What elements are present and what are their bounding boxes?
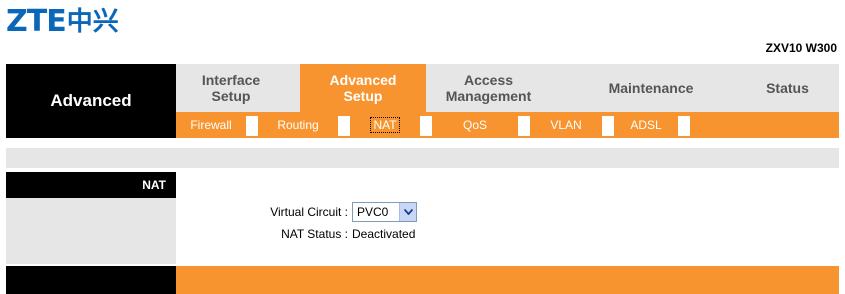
logo-cjk: 中兴 xyxy=(66,7,119,37)
subnav-separator xyxy=(678,116,690,136)
nav-access-management[interactable]: Access Management xyxy=(426,64,551,112)
subnav-routing-label: Routing xyxy=(277,118,319,132)
subnav-nat-label: NAT xyxy=(370,117,400,133)
subnav-qos-label: QoS xyxy=(462,118,487,132)
chevron-down-icon[interactable] xyxy=(399,203,416,221)
subnav-firewall-label: Firewall xyxy=(190,118,232,132)
virtual-circuit-value: PVC0 xyxy=(357,205,389,219)
subnav-vlan[interactable]: VLAN xyxy=(530,114,602,136)
subnav-separator xyxy=(518,116,530,136)
left-header-title: Advanced xyxy=(6,64,176,138)
virtual-circuit-row: Virtual Circuit : PVC0 xyxy=(176,202,456,222)
virtual-circuit-select[interactable]: PVC0 xyxy=(352,202,417,222)
nat-status-value: Deactivated xyxy=(352,227,416,241)
nav-status[interactable]: Status xyxy=(736,64,839,112)
section-title: NAT xyxy=(6,172,176,198)
nav-advanced-setup[interactable]: Advanced Setup xyxy=(300,64,426,112)
subnav-firewall[interactable]: Firewall xyxy=(176,114,246,136)
nav-maintenance-label: Maintenance xyxy=(608,80,694,96)
virtual-circuit-label: Virtual Circuit : xyxy=(270,205,348,219)
sub-nav: Firewall Routing NAT QoS VLAN ADSL xyxy=(176,112,839,138)
subnav-separator xyxy=(420,116,432,136)
nav-status-label: Status xyxy=(766,80,809,96)
main-nav: Interface Setup Advanced Setup Access Ma… xyxy=(176,64,839,112)
content-top-strip xyxy=(6,148,839,168)
nav-advanced-setup-label: Advanced Setup xyxy=(329,72,397,104)
subnav-adsl[interactable]: ADSL xyxy=(614,114,678,136)
footer-right-bar xyxy=(176,266,839,294)
section-sidebar xyxy=(6,198,176,264)
subnav-qos[interactable]: QoS xyxy=(432,114,518,136)
subnav-separator xyxy=(338,116,350,136)
subnav-routing[interactable]: Routing xyxy=(258,114,338,136)
footer-left-bar xyxy=(6,266,176,294)
nav-interface-setup-label: Interface Setup xyxy=(201,72,261,104)
nat-status-row: NAT Status : Deactivated xyxy=(176,227,456,241)
subnav-separator xyxy=(246,116,258,136)
subnav-vlan-label: VLAN xyxy=(550,118,582,132)
subnav-adsl-label: ADSL xyxy=(630,118,662,132)
subnav-separator xyxy=(602,116,614,136)
subnav-filler xyxy=(691,112,839,138)
nav-interface-setup[interactable]: Interface Setup xyxy=(176,64,286,112)
model-name: ZXV10 W300 xyxy=(765,41,837,55)
nav-access-management-label: Access Management xyxy=(445,72,532,104)
subnav-nat[interactable]: NAT xyxy=(350,114,420,136)
zte-logo: ZTE 中兴 xyxy=(6,2,119,42)
logo-latin: ZTE xyxy=(6,4,67,39)
nav-maintenance[interactable]: Maintenance xyxy=(576,64,726,112)
nat-status-label: NAT Status : xyxy=(281,227,348,241)
